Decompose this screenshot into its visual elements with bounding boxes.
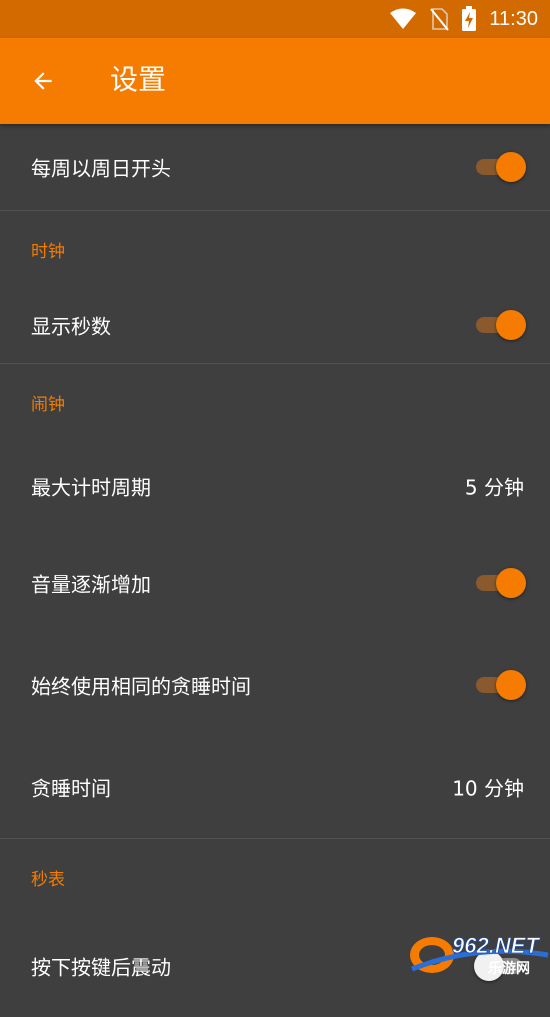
watermark-subtitle: 乐游网 [488,960,530,977]
setting-snooze-time[interactable]: 贪睡时间 10 分钟 [0,736,550,838]
setting-volume-increase[interactable]: 音量逐渐增加 [0,532,550,634]
section-title: 闹钟 [31,395,65,415]
page-title: 设置 [110,63,167,96]
settings-list: 每周以周日开头 时钟 显示秒数 闹钟 最大计时周期 5 分钟 音量逐渐增加 始终… [0,124,550,1017]
section-title: 时钟 [31,242,65,262]
wifi-icon [390,8,417,29]
section-alarm: 闹钟 [0,364,550,440]
setting-label: 贪睡时间 [31,776,111,801]
setting-max-duration[interactable]: 最大计时周期 5 分钟 [0,440,550,532]
setting-label: 音量逐渐增加 [31,572,151,597]
setting-label: 显示秒数 [31,314,111,339]
battery-charging-icon [462,6,477,31]
section-clock: 时钟 [0,211,550,287]
setting-value: 5 分钟 [464,475,524,500]
same-snooze-toggle[interactable] [474,668,526,702]
section-stopwatch: 秒表 [0,839,550,915]
setting-value: 10 分钟 [452,776,524,801]
back-button[interactable] [20,58,66,104]
status-bar: 11:30 [0,0,550,38]
volume-increase-toggle[interactable] [474,566,526,600]
watermark-logo: 962.NET 乐游网 [408,925,550,977]
setting-label: 始终使用相同的贪睡时间 [31,674,251,699]
setting-week-start[interactable]: 每周以周日开头 [0,124,550,210]
arrow-back-icon [34,72,52,90]
status-time: 11:30 [489,7,538,30]
setting-show-seconds[interactable]: 显示秒数 [0,287,550,363]
setting-same-snooze[interactable]: 始终使用相同的贪睡时间 [0,634,550,736]
app-bar: 设置 [0,38,550,124]
setting-label: 最大计时周期 [31,475,151,500]
week-start-toggle[interactable] [474,150,526,184]
no-sim-icon [430,8,450,31]
watermark-brand: 962.NET [452,933,540,958]
show-seconds-toggle[interactable] [474,308,526,342]
setting-label: 每周以周日开头 [31,156,171,181]
setting-label: 按下按键后震动 [31,955,171,980]
section-title: 秒表 [31,870,65,890]
